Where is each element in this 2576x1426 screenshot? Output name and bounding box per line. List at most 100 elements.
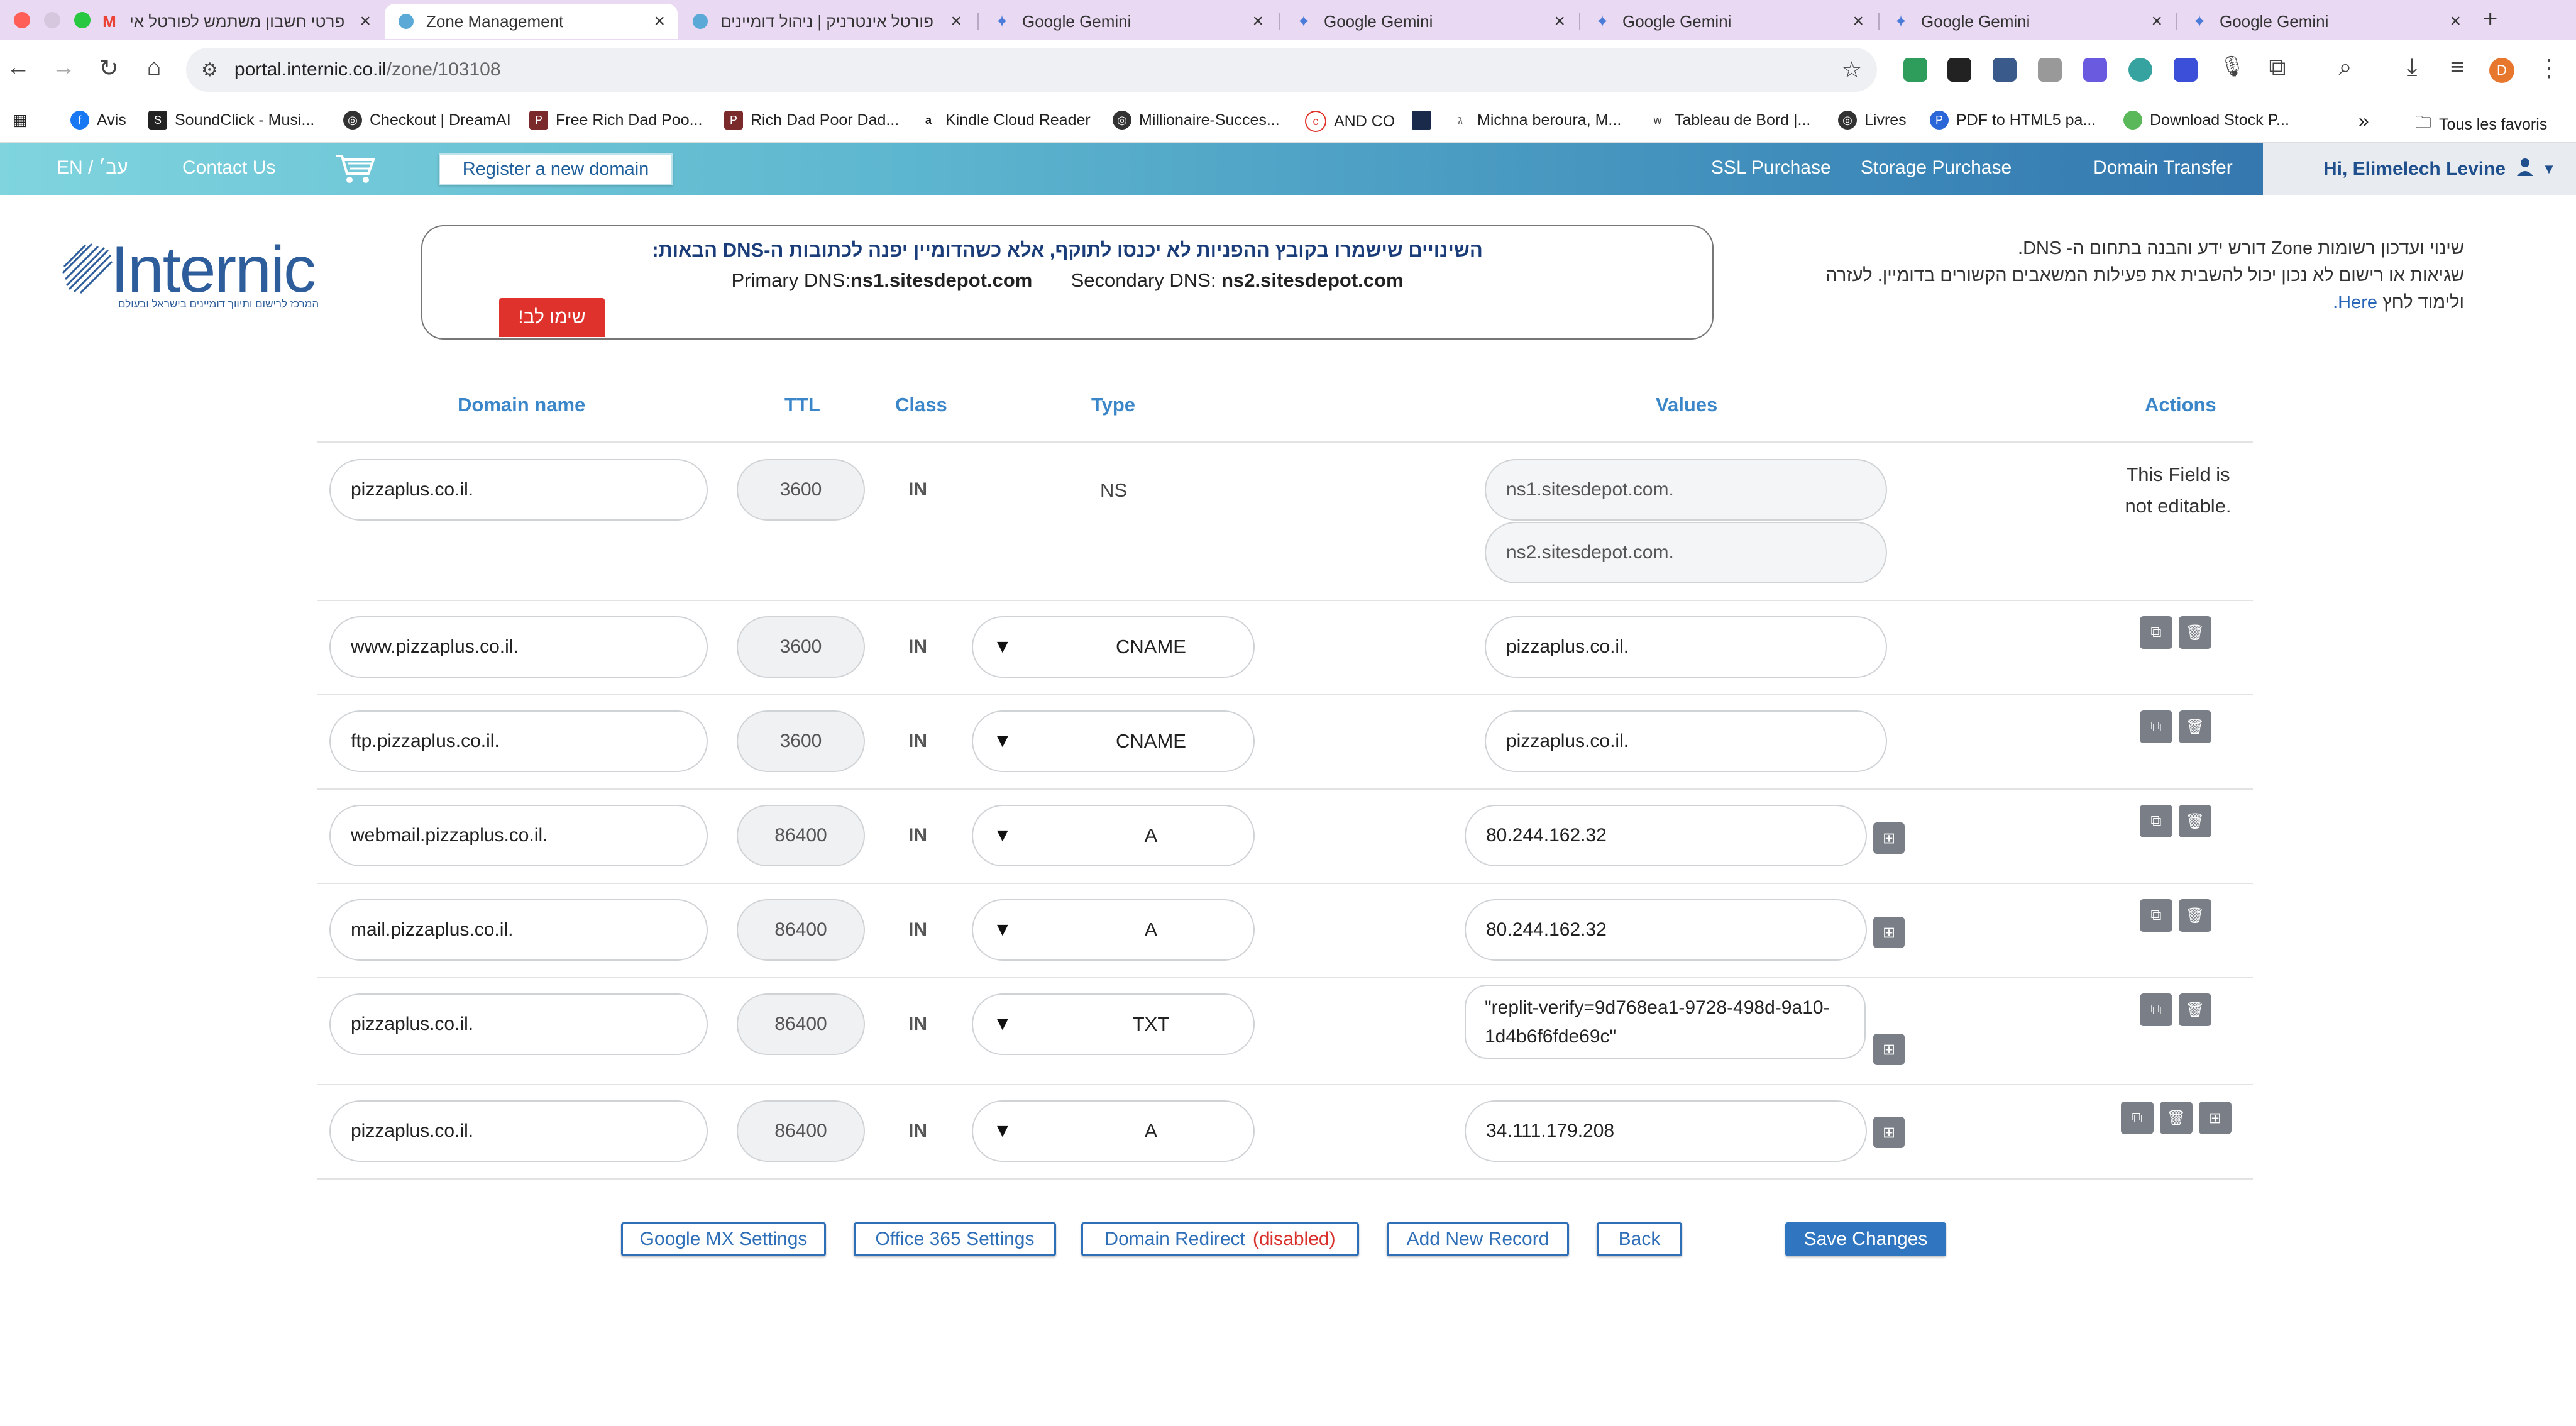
extension-icon[interactable]: [2038, 58, 2062, 82]
bookmark-star-icon[interactable]: ☆: [1842, 57, 1862, 83]
extension-icon[interactable]: [2174, 58, 2198, 82]
bookmark-item[interactable]: Download Stock P...: [2123, 111, 2289, 130]
add-value-button[interactable]: ⊞: [1873, 1117, 1905, 1148]
attention-button[interactable]: שימו לב!: [499, 298, 605, 337]
ttl-input[interactable]: 3600: [737, 710, 865, 772]
copy-record-button[interactable]: ⧉: [2140, 993, 2172, 1026]
txt-value-textarea[interactable]: "replit-verify=9d768ea1-9728-498d-9a10-1…: [1465, 985, 1866, 1059]
back-arrow-icon[interactable]: ←: [3, 54, 34, 81]
tab-search-icon[interactable]: ⌕: [2330, 54, 2361, 81]
delete-record-button[interactable]: 🗑: [2179, 616, 2211, 649]
extension-icon[interactable]: [2083, 58, 2107, 82]
bookmark-item[interactable]: ג Michna beroura, M...: [1451, 111, 1621, 130]
record-type-select[interactable]: ▼ A: [972, 805, 1255, 866]
bookmarks-overflow-icon[interactable]: »: [2359, 111, 2369, 132]
site-settings-icon[interactable]: ⚙: [201, 59, 218, 81]
google-mx-settings-button[interactable]: Google MX Settings: [621, 1222, 826, 1256]
record-type-select[interactable]: ▼ CNAME: [972, 616, 1255, 678]
browser-tab[interactable]: ✦ Google Gemini ×: [1581, 4, 1876, 39]
domain-name-input[interactable]: ftp.pizzaplus.co.il.: [329, 710, 708, 772]
forward-arrow-icon[interactable]: →: [48, 54, 79, 81]
value-input[interactable]: 80.244.162.32: [1465, 805, 1867, 866]
bookmark-item[interactable]: ◎ Checkout | DreamAI: [343, 111, 511, 130]
browser-menu-icon[interactable]: ⋮: [2533, 54, 2565, 82]
bookmark-item[interactable]: c AND CO: [1305, 111, 1395, 132]
delete-record-button[interactable]: 🗑: [2179, 710, 2211, 743]
microphone-icon[interactable]: 🎙: [2216, 54, 2248, 78]
bookmark-item[interactable]: P Rich Dad Poor Dad...: [724, 111, 899, 130]
domain-name-input[interactable]: pizzaplus.co.il.: [329, 459, 708, 521]
domain-name-input[interactable]: www.pizzaplus.co.il.: [329, 616, 708, 678]
domain-name-input[interactable]: pizzaplus.co.il.: [329, 1100, 708, 1162]
all-bookmarks-folder[interactable]: 🗀 Tous les favoris: [2415, 111, 2547, 138]
add-record-row-button[interactable]: ⊞: [2199, 1102, 2232, 1134]
close-tab-icon[interactable]: ×: [1252, 11, 1263, 32]
value-input[interactable]: 80.244.162.32: [1465, 899, 1867, 961]
bookmark-item[interactable]: w Tableau de Bord |...: [1648, 111, 1810, 130]
record-type-select[interactable]: ▼ A: [972, 899, 1255, 961]
record-type-select[interactable]: ▼ CNAME: [972, 710, 1255, 772]
user-menu[interactable]: Hi, Elimelech Levine ▼: [2263, 143, 2576, 195]
profile-avatar[interactable]: D: [2489, 58, 2514, 83]
bookmark-item[interactable]: f Avis: [70, 111, 126, 130]
address-bar[interactable]: ⚙ portal.internic.co.il/zone/103108 ☆: [186, 48, 1877, 92]
delete-record-button[interactable]: 🗑: [2179, 993, 2211, 1026]
back-button[interactable]: Back: [1597, 1222, 1682, 1256]
close-tab-icon[interactable]: ×: [1852, 11, 1864, 32]
domain-name-input[interactable]: pizzaplus.co.il.: [329, 993, 708, 1055]
bookmark-item[interactable]: P Free Rich Dad Poo...: [529, 111, 702, 130]
browser-tab[interactable]: ✦ Google Gemini ×: [1880, 4, 2175, 39]
ssl-purchase-link[interactable]: SSL Purchase: [1711, 157, 1831, 179]
add-new-record-button[interactable]: Add New Record: [1387, 1222, 1569, 1256]
browser-tab-active[interactable]: Zone Management ×: [385, 4, 678, 39]
record-type-select[interactable]: ▼ A: [972, 1100, 1255, 1162]
new-tab-icon[interactable]: +: [2483, 5, 2497, 33]
ttl-input[interactable]: 86400: [737, 805, 865, 866]
value-input[interactable]: 34.111.179.208: [1465, 1100, 1867, 1162]
delete-record-button[interactable]: 🗑: [2179, 899, 2211, 932]
bookmark-item[interactable]: a Kindle Cloud Reader: [919, 111, 1091, 130]
delete-record-button[interactable]: 🗑: [2179, 805, 2211, 837]
copy-record-button[interactable]: ⧉: [2140, 710, 2172, 743]
register-domain-button[interactable]: Register a new domain: [439, 153, 673, 185]
value-input[interactable]: pizzaplus.co.il.: [1485, 616, 1887, 678]
delete-record-button[interactable]: 🗑: [2160, 1102, 2193, 1134]
add-value-button[interactable]: ⊞: [1873, 822, 1905, 854]
ttl-input[interactable]: 3600: [737, 459, 865, 521]
add-value-button[interactable]: ⊞: [1873, 1034, 1905, 1065]
office-365-settings-button[interactable]: Office 365 Settings: [854, 1222, 1056, 1256]
copy-record-button[interactable]: ⧉: [2121, 1102, 2154, 1134]
home-icon[interactable]: ⌂: [138, 54, 170, 81]
domain-name-input[interactable]: mail.pizzaplus.co.il.: [329, 899, 708, 961]
bookmark-item[interactable]: P PDF to HTML5 pa...: [1930, 111, 2096, 130]
domain-transfer-link[interactable]: Domain Transfer: [2093, 157, 2233, 179]
close-tab-icon[interactable]: ×: [950, 11, 962, 32]
bookmark-item[interactable]: S SoundClick - Musi...: [148, 111, 314, 130]
browser-tab[interactable]: ✦ Google Gemini ×: [981, 4, 1276, 39]
ttl-input[interactable]: 3600: [737, 616, 865, 678]
extensions-puzzle-icon[interactable]: ⧉: [2262, 54, 2293, 81]
browser-tab[interactable]: פורטל אינטרניק | ניהול דומיינים ×: [679, 4, 974, 39]
bookmark-item[interactable]: ◎ Livres: [1838, 111, 1907, 130]
close-tab-icon[interactable]: ×: [2450, 11, 2461, 32]
close-window-button[interactable]: [14, 12, 30, 28]
save-changes-button[interactable]: Save Changes: [1785, 1222, 1946, 1256]
language-switch[interactable]: EN / עב׳: [57, 157, 128, 179]
close-tab-icon[interactable]: ×: [2151, 11, 2162, 32]
copy-record-button[interactable]: ⧉: [2140, 805, 2172, 837]
close-tab-icon[interactable]: ×: [360, 11, 371, 32]
close-tab-icon[interactable]: ×: [654, 11, 665, 32]
close-tab-icon[interactable]: ×: [1554, 11, 1565, 32]
browser-tab[interactable]: ✦ Google Gemini ×: [2178, 4, 2474, 39]
download-icon[interactable]: ⤓: [2396, 54, 2428, 81]
reload-icon[interactable]: ↻: [93, 54, 124, 82]
add-value-button[interactable]: ⊞: [1873, 917, 1905, 948]
value-input[interactable]: pizzaplus.co.il.: [1485, 710, 1887, 772]
storage-purchase-link[interactable]: Storage Purchase: [1861, 157, 2012, 179]
contact-us-link[interactable]: Contact Us: [182, 157, 275, 179]
media-control-icon[interactable]: ≡: [2441, 54, 2473, 81]
extension-icon[interactable]: [1903, 58, 1927, 82]
bookmark-item[interactable]: ◎ Millionaire-Succes...: [1113, 111, 1280, 130]
apps-grid-icon[interactable]: ▦: [13, 111, 28, 130]
shopping-cart-icon[interactable]: [334, 152, 376, 188]
